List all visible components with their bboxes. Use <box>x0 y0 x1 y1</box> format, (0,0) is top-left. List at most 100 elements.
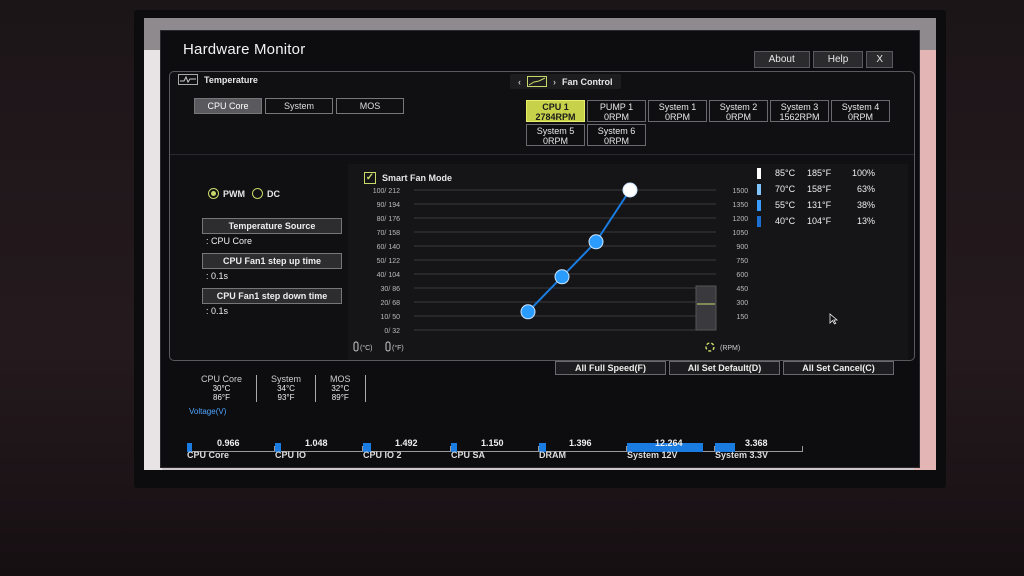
thermometer-icon <box>385 341 391 352</box>
rpm-unit-label: (RPM) <box>720 345 740 352</box>
panel-divider <box>170 154 914 155</box>
y-left-tick-label: 90/ 194 <box>377 202 400 209</box>
y-left-tick-label: 10/ 50 <box>381 314 401 321</box>
y-left-tick-label: 30/ 86 <box>381 286 401 293</box>
threshold-color-bar <box>757 167 761 179</box>
temp-celsius: 34°C <box>277 384 295 393</box>
voltage-item-cpu-io: 1.048 CPU IO <box>275 435 363 461</box>
voltage-value: 1.150 <box>481 438 504 448</box>
fan-button-system4[interactable]: System 4 0RPM <box>831 100 890 122</box>
threshold-fahrenheit: 158°F <box>807 184 832 194</box>
fan-curve-line <box>527 189 631 313</box>
step-down-time-button[interactable]: CPU Fan1 step down time <box>202 288 342 304</box>
help-button[interactable]: Help <box>812 51 864 68</box>
threshold-row: 55°C 131°F 38% <box>757 197 875 213</box>
voltage-item-system-3-3v: 3.368 System 3.3V <box>715 435 803 461</box>
fan-graph-icon <box>527 76 547 87</box>
all-set-default-button[interactable]: All Set Default(D) <box>669 361 780 375</box>
pwm-radio[interactable] <box>208 188 219 199</box>
fan-curve-chart[interactable]: 100/ 212 15000 90/ 194 13500 80/ 176 12000 70/… <box>348 164 748 360</box>
y-left-tick-label: 100/ 212 <box>373 188 400 195</box>
voltage-value: 12.264 <box>655 438 683 448</box>
temp-fahrenheit: 93°F <box>277 393 295 402</box>
voltage-name: DRAM <box>539 450 566 460</box>
voltage-value: 1.396 <box>569 438 592 448</box>
y-left-tick-label: 20/ 68 <box>381 300 401 307</box>
y-right-tick-label: 9000 <box>736 244 748 251</box>
temperature-graph-icon <box>178 74 198 85</box>
temperature-label: Temperature <box>204 74 258 85</box>
fan-button-system3[interactable]: System 3 1562RPM <box>770 100 829 122</box>
all-full-speed-button[interactable]: All Full Speed(F) <box>555 361 666 375</box>
fan-rpm: 0RPM <box>847 112 873 122</box>
threshold-fahrenheit: 104°F <box>807 216 832 226</box>
fan-curve-point[interactable] <box>554 269 570 285</box>
fan-button-cpu1[interactable]: CPU 1 2784RPM <box>526 100 585 122</box>
y-left-tick-label: 60/ 140 <box>377 244 400 251</box>
fan-rpm: 0RPM <box>603 136 629 146</box>
chevron-left-icon[interactable]: ‹ <box>518 77 521 87</box>
window-buttons: About Help X <box>753 51 893 68</box>
threshold-row: 70°C 158°F 63% <box>757 181 875 197</box>
fan-button-system5[interactable]: System 5 0RPM <box>526 124 585 146</box>
temperature-readouts: CPU Core 30°C 86°F System 34°C 93°F MOS 32°C 8… <box>193 375 366 402</box>
step-up-time-button[interactable]: CPU Fan1 step up time <box>202 253 342 269</box>
dc-label: DC <box>267 188 280 199</box>
fan-rpm: 0RPM <box>603 112 629 122</box>
fan-icon <box>705 342 715 352</box>
y-right-tick-label: 4500 <box>736 286 748 293</box>
sensor-tab-system[interactable]: System <box>265 98 333 114</box>
fan-curve-point[interactable] <box>622 182 638 198</box>
voltage-name: System 12V <box>627 450 678 460</box>
threshold-color-bar <box>757 199 761 211</box>
y-right-tick-label: 7500 <box>736 258 748 265</box>
y-right-tick-label: 15000 <box>733 188 748 195</box>
threshold-fahrenheit: 185°F <box>807 168 832 178</box>
fan-name: System 5 <box>536 126 575 136</box>
voltage-name: CPU IO 2 <box>363 450 402 460</box>
sensor-tab-cpu-core[interactable]: CPU Core <box>194 98 262 114</box>
hardware-monitor-window: Hardware Monitor About Help X Temperatur… <box>160 30 920 468</box>
fan-curve-point[interactable] <box>588 234 604 250</box>
about-button[interactable]: About <box>753 51 810 68</box>
voltage-item-cpu-core: 0.966 CPU Core <box>187 435 275 461</box>
fan-button-pump1[interactable]: PUMP 1 0RPM <box>587 100 646 122</box>
temp-celsius: 30°C <box>212 384 231 393</box>
voltage-value: 1.048 <box>305 438 328 448</box>
fan-rpm: 2784RPM <box>535 112 576 122</box>
threshold-percent: 13% <box>856 216 875 226</box>
fan-rpm: 0RPM <box>542 136 568 146</box>
temp-readout-system: System 34°C 93°F <box>257 375 317 402</box>
threshold-fahrenheit: 131°F <box>807 200 832 210</box>
voltage-value: 0.966 <box>217 438 240 448</box>
step-down-time-value: : 0.1s <box>206 306 229 316</box>
chevron-right-icon[interactable]: › <box>553 77 556 87</box>
sensor-tab-mos[interactable]: MOS <box>336 98 404 114</box>
fan-button-system2[interactable]: System 2 0RPM <box>709 100 768 122</box>
threshold-percent: 100% <box>851 168 875 178</box>
fan-curve-point[interactable] <box>520 304 536 320</box>
temp-readout-cpu-core: CPU Core 30°C 86°F <box>193 375 258 402</box>
y-left-tick-label: 0/ 32 <box>384 328 400 335</box>
voltage-item-system-12v: 12.264 System 12V <box>627 435 715 461</box>
fan-name: System 1 <box>658 102 697 112</box>
fan-button-system6[interactable]: System 6 0RPM <box>587 124 646 146</box>
fan-rpm: 1562RPM <box>779 112 820 122</box>
all-set-cancel-button[interactable]: All Set Cancel(C) <box>783 361 894 375</box>
y-left-tick-label: 40/ 104 <box>377 272 400 279</box>
x-unit-label-fahrenheit: (°F) <box>392 344 404 352</box>
threshold-percent: 38% <box>856 200 875 210</box>
rpm-gauge <box>695 285 717 331</box>
temperature-source-button[interactable]: Temperature Source <box>202 218 342 234</box>
fan-name: PUMP 1 <box>599 102 634 112</box>
fan-control-tab[interactable]: ‹ › Fan Control <box>510 74 621 89</box>
fan-button-system1[interactable]: System 1 0RPM <box>648 100 707 122</box>
close-button[interactable]: X <box>866 51 893 68</box>
temperature-tab[interactable]: Temperature <box>178 74 258 85</box>
fan-name: System 4 <box>841 102 880 112</box>
y-right-tick-label: 10500 <box>733 230 748 237</box>
y-right-tick-label: 6000 <box>736 272 748 279</box>
dc-radio[interactable] <box>252 188 263 199</box>
x-unit-label-celsius: (°C) <box>360 344 373 352</box>
fan-selector-grid: CPU 1 2784RPM PUMP 1 0RPM System 1 0RPM Sys… <box>526 100 890 146</box>
